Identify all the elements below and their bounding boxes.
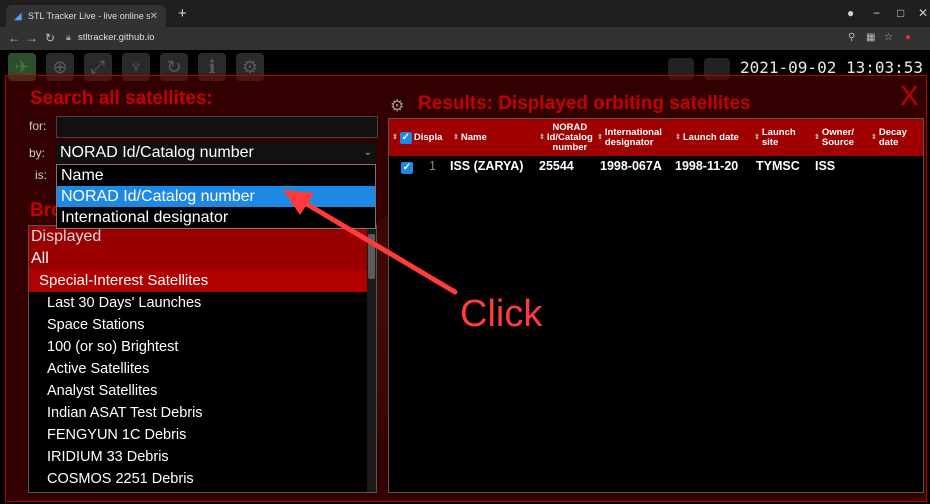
address-bar: ← → ↻ 🔒︎ stltracker.github.io ⚲ ▦ ☆ ●	[0, 27, 930, 50]
minimize-button[interactable]: −	[873, 6, 880, 20]
url-field[interactable]: stltracker.github.io	[78, 32, 155, 43]
maximize-button[interactable]: □	[897, 6, 904, 20]
click-annotation-arrow	[283, 190, 458, 295]
lock-icon[interactable]: 🔒︎	[66, 32, 71, 43]
new-tab-button[interactable]: +	[178, 5, 187, 22]
browser-tab[interactable]: ◢ STL Tracker Live - live online sate ✕	[6, 5, 166, 27]
site-favicon-icon: ◢	[14, 10, 22, 22]
profile-icon[interactable]: ●	[847, 6, 854, 20]
app-viewport: ✈ ⊕ ⤢ ♆ ↻ ℹ ⚙ 2021-09-02 13:03:53 X Sear…	[0, 50, 930, 504]
extension-icon[interactable]: ●	[905, 32, 911, 43]
qr-icon[interactable]: ▦	[866, 32, 875, 43]
reload-icon[interactable]: ↻	[45, 31, 55, 45]
location-icon[interactable]: ⚲	[848, 32, 855, 43]
forward-icon[interactable]: →	[26, 31, 38, 45]
close-window-button[interactable]: ✕	[918, 6, 928, 20]
tab-title: STL Tracker Live - live online sate	[28, 11, 150, 21]
browser-tab-bar: ◢ STL Tracker Live - live online sate ✕ …	[0, 0, 930, 27]
back-icon[interactable]: ←	[8, 31, 20, 45]
bookmark-star-icon[interactable]: ☆	[884, 32, 893, 43]
close-tab-icon[interactable]: ✕	[150, 11, 158, 22]
